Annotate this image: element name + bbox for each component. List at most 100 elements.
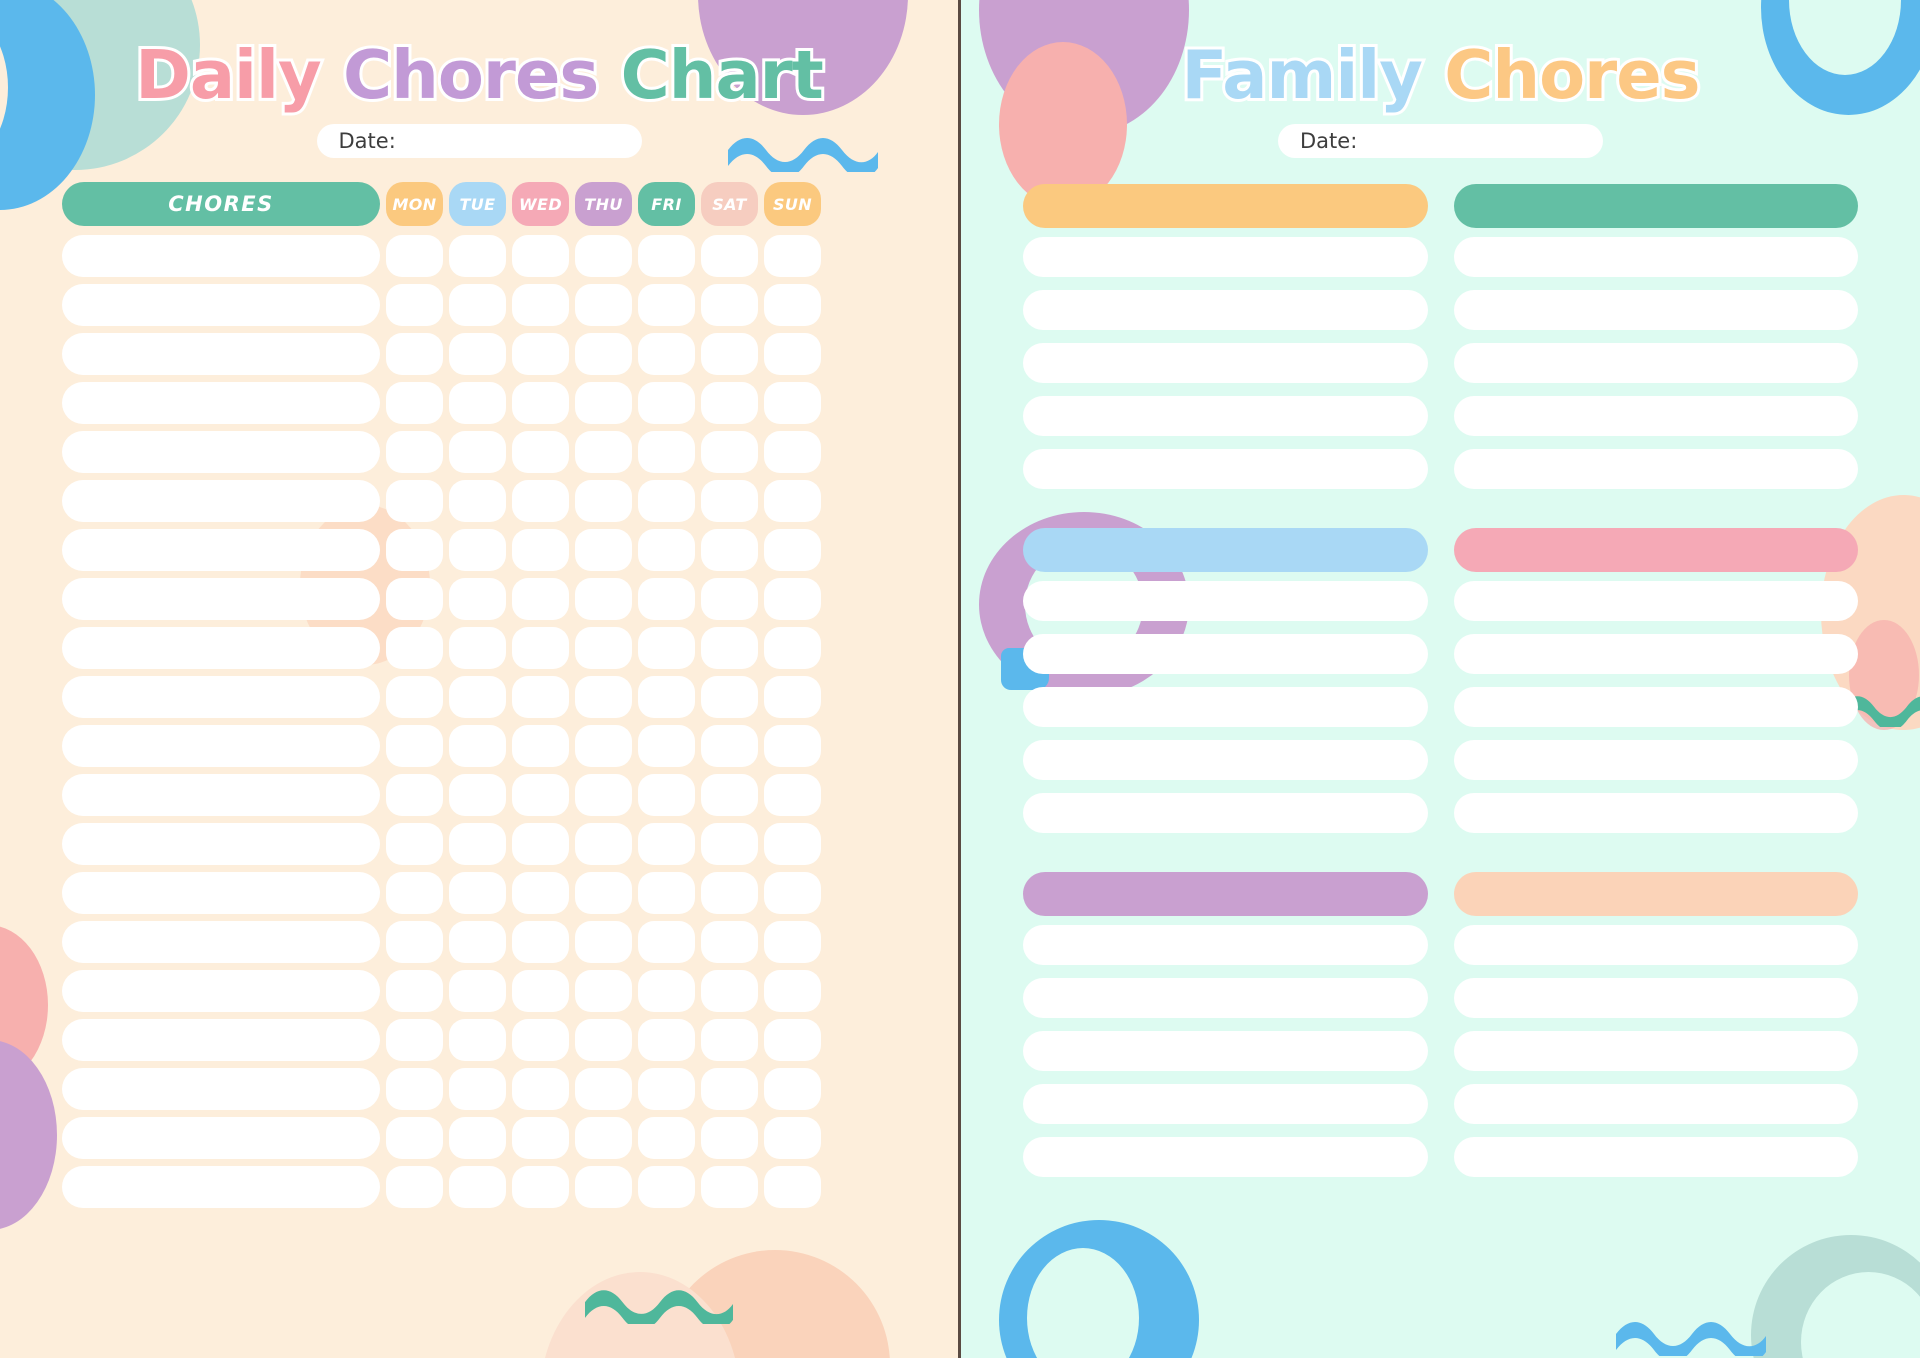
chore-input-cell[interactable]: [62, 235, 380, 278]
day-check-cell-thu[interactable]: [575, 725, 632, 768]
family-chore-line[interactable]: [1023, 396, 1428, 437]
day-check-cell-sun[interactable]: [764, 480, 821, 523]
day-check-cell-thu[interactable]: [575, 431, 632, 474]
day-check-cell-mon[interactable]: [386, 431, 443, 474]
day-check-cell-mon[interactable]: [386, 676, 443, 719]
day-check-cell-fri[interactable]: [638, 921, 695, 964]
day-check-cell-fri[interactable]: [638, 872, 695, 915]
day-check-cell-sun[interactable]: [764, 284, 821, 327]
day-check-cell-sat[interactable]: [701, 921, 758, 964]
family-section-header[interactable]: [1023, 528, 1428, 573]
day-check-cell-fri[interactable]: [638, 725, 695, 768]
day-check-cell-wed[interactable]: [512, 431, 569, 474]
day-check-cell-wed[interactable]: [512, 676, 569, 719]
day-check-cell-sat[interactable]: [701, 1019, 758, 1062]
family-chore-line[interactable]: [1453, 687, 1858, 728]
day-check-cell-fri[interactable]: [638, 284, 695, 327]
day-check-cell-thu[interactable]: [575, 823, 632, 866]
day-check-cell-thu[interactable]: [575, 1068, 632, 1111]
day-check-cell-mon[interactable]: [386, 578, 443, 621]
day-check-cell-tue[interactable]: [449, 872, 506, 915]
family-section-header[interactable]: [1453, 872, 1858, 917]
family-chore-line[interactable]: [1453, 634, 1858, 675]
family-chore-line[interactable]: [1023, 1084, 1428, 1125]
family-chore-line[interactable]: [1453, 740, 1858, 781]
day-check-cell-mon[interactable]: [386, 823, 443, 866]
day-check-cell-wed[interactable]: [512, 970, 569, 1013]
day-check-cell-mon[interactable]: [386, 529, 443, 572]
day-check-cell-thu[interactable]: [575, 970, 632, 1013]
day-check-cell-fri[interactable]: [638, 1166, 695, 1209]
day-check-cell-sun[interactable]: [764, 382, 821, 425]
chore-input-cell[interactable]: [62, 1166, 380, 1209]
day-check-cell-wed[interactable]: [512, 823, 569, 866]
day-check-cell-thu[interactable]: [575, 382, 632, 425]
date-field-right[interactable]: Date:: [1278, 124, 1603, 159]
day-check-cell-sat[interactable]: [701, 1117, 758, 1160]
day-check-cell-thu[interactable]: [575, 578, 632, 621]
day-check-cell-fri[interactable]: [638, 823, 695, 866]
family-chore-line[interactable]: [1453, 290, 1858, 331]
day-check-cell-fri[interactable]: [638, 970, 695, 1013]
day-check-cell-mon[interactable]: [386, 872, 443, 915]
day-check-cell-sat[interactable]: [701, 529, 758, 572]
family-chore-line[interactable]: [1453, 449, 1858, 490]
day-check-cell-mon[interactable]: [386, 970, 443, 1013]
family-section-header[interactable]: [1023, 184, 1428, 229]
day-check-cell-wed[interactable]: [512, 382, 569, 425]
chore-input-cell[interactable]: [62, 774, 380, 817]
day-check-cell-sun[interactable]: [764, 725, 821, 768]
chore-input-cell[interactable]: [62, 1019, 380, 1062]
day-check-cell-mon[interactable]: [386, 1019, 443, 1062]
family-chore-line[interactable]: [1023, 1031, 1428, 1072]
day-check-cell-wed[interactable]: [512, 333, 569, 376]
day-check-cell-wed[interactable]: [512, 774, 569, 817]
chore-input-cell[interactable]: [62, 431, 380, 474]
family-chore-line[interactable]: [1453, 343, 1858, 384]
day-check-cell-fri[interactable]: [638, 578, 695, 621]
chore-input-cell[interactable]: [62, 1068, 380, 1111]
day-check-cell-fri[interactable]: [638, 774, 695, 817]
day-check-cell-sat[interactable]: [701, 627, 758, 670]
chore-input-cell[interactable]: [62, 823, 380, 866]
family-chore-line[interactable]: [1453, 978, 1858, 1019]
day-check-cell-wed[interactable]: [512, 284, 569, 327]
day-check-cell-tue[interactable]: [449, 284, 506, 327]
day-check-cell-mon[interactable]: [386, 235, 443, 278]
day-check-cell-sun[interactable]: [764, 529, 821, 572]
day-check-cell-sun[interactable]: [764, 1117, 821, 1160]
day-check-cell-thu[interactable]: [575, 774, 632, 817]
day-check-cell-fri[interactable]: [638, 1068, 695, 1111]
day-check-cell-sat[interactable]: [701, 382, 758, 425]
day-check-cell-sat[interactable]: [701, 823, 758, 866]
day-check-cell-tue[interactable]: [449, 1117, 506, 1160]
day-check-cell-tue[interactable]: [449, 333, 506, 376]
chore-input-cell[interactable]: [62, 382, 380, 425]
day-check-cell-sun[interactable]: [764, 627, 821, 670]
day-check-cell-sun[interactable]: [764, 235, 821, 278]
day-check-cell-tue[interactable]: [449, 382, 506, 425]
day-check-cell-fri[interactable]: [638, 382, 695, 425]
chore-input-cell[interactable]: [62, 921, 380, 964]
day-check-cell-wed[interactable]: [512, 627, 569, 670]
chore-input-cell[interactable]: [62, 480, 380, 523]
day-check-cell-wed[interactable]: [512, 872, 569, 915]
day-check-cell-sun[interactable]: [764, 823, 821, 866]
day-check-cell-thu[interactable]: [575, 333, 632, 376]
day-check-cell-sun[interactable]: [764, 774, 821, 817]
chore-input-cell[interactable]: [62, 970, 380, 1013]
day-check-cell-mon[interactable]: [386, 1068, 443, 1111]
day-check-cell-fri[interactable]: [638, 1117, 695, 1160]
day-check-cell-tue[interactable]: [449, 235, 506, 278]
day-check-cell-mon[interactable]: [386, 1117, 443, 1160]
chore-input-cell[interactable]: [62, 1117, 380, 1160]
day-check-cell-tue[interactable]: [449, 823, 506, 866]
day-check-cell-wed[interactable]: [512, 1019, 569, 1062]
chore-input-cell[interactable]: [62, 627, 380, 670]
day-check-cell-sat[interactable]: [701, 235, 758, 278]
day-check-cell-thu[interactable]: [575, 235, 632, 278]
day-check-cell-sun[interactable]: [764, 921, 821, 964]
day-check-cell-thu[interactable]: [575, 480, 632, 523]
day-check-cell-thu[interactable]: [575, 1117, 632, 1160]
day-check-cell-tue[interactable]: [449, 921, 506, 964]
